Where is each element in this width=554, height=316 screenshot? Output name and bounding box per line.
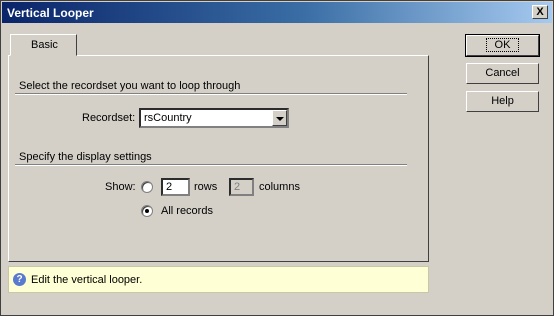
title-bar[interactable]: Vertical Looper X <box>2 2 552 23</box>
hint-text: Edit the vertical looper. <box>31 274 143 286</box>
columns-input[interactable]: 2 <box>229 178 254 196</box>
help-button[interactable]: Help <box>466 91 539 112</box>
columns-label: columns <box>259 181 300 193</box>
columns-value: 2 <box>234 181 241 193</box>
section-divider <box>15 164 407 166</box>
close-button[interactable]: X <box>532 5 548 19</box>
show-label: Show: <box>105 181 136 193</box>
recordset-label: Recordset: <box>82 112 136 124</box>
help-label: Help <box>491 95 514 107</box>
chevron-down-icon[interactable] <box>272 110 287 126</box>
rows-value: 2 <box>166 181 173 193</box>
recordset-select[interactable]: rsCountry <box>139 108 289 128</box>
recordset-section-heading: Select the recordset you want to loop th… <box>19 80 241 92</box>
window-title: Vertical Looper <box>7 6 94 20</box>
recordset-value: rsCountry <box>144 112 192 124</box>
dialog-window: Vertical Looper X Basic Select the recor… <box>0 0 554 316</box>
cancel-label: Cancel <box>485 67 520 79</box>
help-icon: ? <box>13 273 26 286</box>
rows-input[interactable]: 2 <box>161 178 190 196</box>
tab-basic[interactable]: Basic <box>10 34 77 56</box>
cancel-button[interactable]: Cancel <box>466 63 539 84</box>
hint-bar: ? Edit the vertical looper. <box>8 266 429 293</box>
tab-label: Basic <box>31 39 58 51</box>
section-divider <box>15 93 407 95</box>
display-section-heading: Specify the display settings <box>19 151 152 163</box>
ok-label: OK <box>485 38 520 52</box>
rows-label: rows <box>194 181 218 193</box>
all-records-radio[interactable] <box>141 205 153 217</box>
close-icon: X <box>536 6 544 18</box>
rows-radio[interactable] <box>141 181 153 193</box>
all-records-label: All records <box>161 205 213 217</box>
ok-button[interactable]: OK <box>465 34 540 57</box>
